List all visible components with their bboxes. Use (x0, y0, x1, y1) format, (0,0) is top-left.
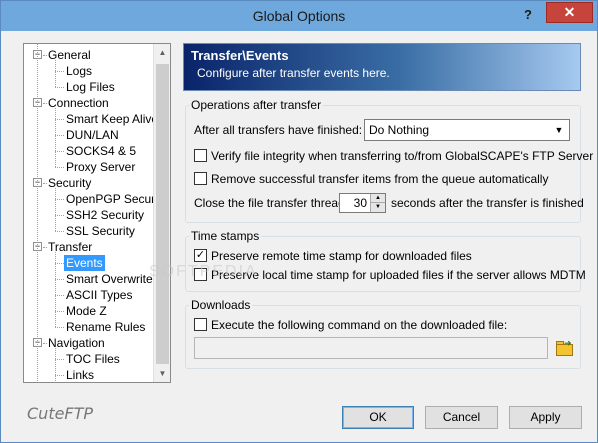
after-transfers-label: After all transfers have finished: (194, 123, 363, 137)
operations-group-label: Operations after transfer (189, 98, 324, 112)
close-thread-spinner[interactable]: 30 ▲ ▼ (339, 193, 386, 213)
preserve-remote-checkbox[interactable]: ✓ (194, 249, 207, 262)
close-thread-suffix: seconds after the transfer is finished (391, 196, 584, 210)
watermark: SOFTPEDIA (149, 263, 258, 280)
global-options-window: Global Options ? ✕ − General Logs Log Files… (0, 0, 598, 443)
tree-item-socks4-5[interactable]: SOCKS4 & 5 (66, 143, 136, 159)
section-title: Transfer\Events (191, 48, 289, 63)
execute-command-label: Execute the following command on the dow… (211, 318, 508, 332)
tree-item-toc-files[interactable]: TOC Files (66, 351, 120, 367)
browse-folder-icon[interactable]: ➜ (555, 338, 575, 358)
tree-item-rename-rules[interactable]: Rename Rules (66, 319, 145, 335)
tree-item-smart-overwrite[interactable]: Smart Overwrite (66, 271, 153, 287)
help-button[interactable]: ? (517, 5, 539, 25)
spin-up-icon[interactable]: ▲ (370, 194, 385, 203)
verify-integrity-label: Verify file integrity when transferring … (211, 149, 594, 163)
window-title: Global Options (252, 8, 346, 24)
apply-button[interactable]: Apply (509, 406, 582, 429)
scroll-down-arrow-icon[interactable]: ▼ (154, 365, 170, 382)
tree-item-events[interactable]: Events (64, 255, 105, 271)
remove-successful-checkbox[interactable] (194, 172, 207, 185)
remove-successful-label: Remove successful transfer items from th… (211, 172, 549, 186)
section-banner: Transfer\Events Configure after transfer… (183, 43, 581, 91)
cancel-button[interactable]: Cancel (425, 406, 498, 429)
downloads-group-label: Downloads (189, 298, 253, 312)
tree-scrollbar[interactable]: ▲ ▼ (153, 44, 170, 382)
timestamps-group-label: Time stamps (189, 229, 262, 243)
tree-item-connection[interactable]: Connection (48, 95, 109, 111)
title-bar[interactable]: Global Options ? ✕ (1, 1, 597, 31)
close-button[interactable]: ✕ (546, 2, 593, 23)
close-thread-prefix: Close the file transfer thread (194, 196, 345, 210)
tree-item-openpgp-security[interactable]: OpenPGP Security (66, 191, 153, 207)
tree-item-ascii-types[interactable]: ASCII Types (66, 287, 132, 303)
chevron-down-icon: ▼ (554, 125, 564, 135)
tree-item-ssh2-security[interactable]: SSH2 Security (66, 207, 144, 223)
ok-button[interactable]: OK (342, 406, 414, 429)
preserve-local-label: Preserve local time stamp for uploaded f… (211, 268, 586, 282)
tree-item-proxy-server[interactable]: Proxy Server (66, 159, 135, 175)
tree-item-logs[interactable]: Logs (66, 63, 92, 79)
scroll-up-arrow-icon[interactable]: ▲ (154, 44, 170, 61)
options-tree[interactable]: − General Logs Log Files − Connection Smart Ke… (23, 43, 171, 383)
spin-down-icon[interactable]: ▼ (370, 203, 385, 212)
tree-item-dun-lan[interactable]: DUN/LAN (66, 127, 119, 143)
command-input[interactable] (194, 337, 548, 359)
tree-item-log-files[interactable]: Log Files (66, 79, 115, 95)
scroll-thumb[interactable] (156, 64, 169, 364)
section-subtitle: Configure after transfer events here. (197, 66, 390, 80)
after-transfers-select[interactable]: Do Nothing ▼ (364, 119, 570, 141)
tree-item-navigation[interactable]: Navigation (48, 335, 105, 351)
brand-logo: CuteFTP (27, 404, 94, 423)
after-transfers-value: Do Nothing (369, 123, 430, 137)
tree-item-smart-keep-alive[interactable]: Smart Keep Alive (66, 111, 153, 127)
verify-integrity-checkbox[interactable] (194, 149, 207, 162)
tree-item-links[interactable]: Links (66, 367, 94, 382)
tree-item-ssl-security[interactable]: SSL Security (66, 223, 135, 239)
tree-item-mode-z[interactable]: Mode Z (66, 303, 107, 319)
preserve-remote-label: Preserve remote time stamp for downloade… (211, 249, 472, 263)
close-thread-value: 30 (353, 196, 367, 210)
execute-command-checkbox[interactable] (194, 318, 207, 331)
options-tree-list: − General Logs Log Files − Connection Smart Ke… (24, 44, 153, 382)
